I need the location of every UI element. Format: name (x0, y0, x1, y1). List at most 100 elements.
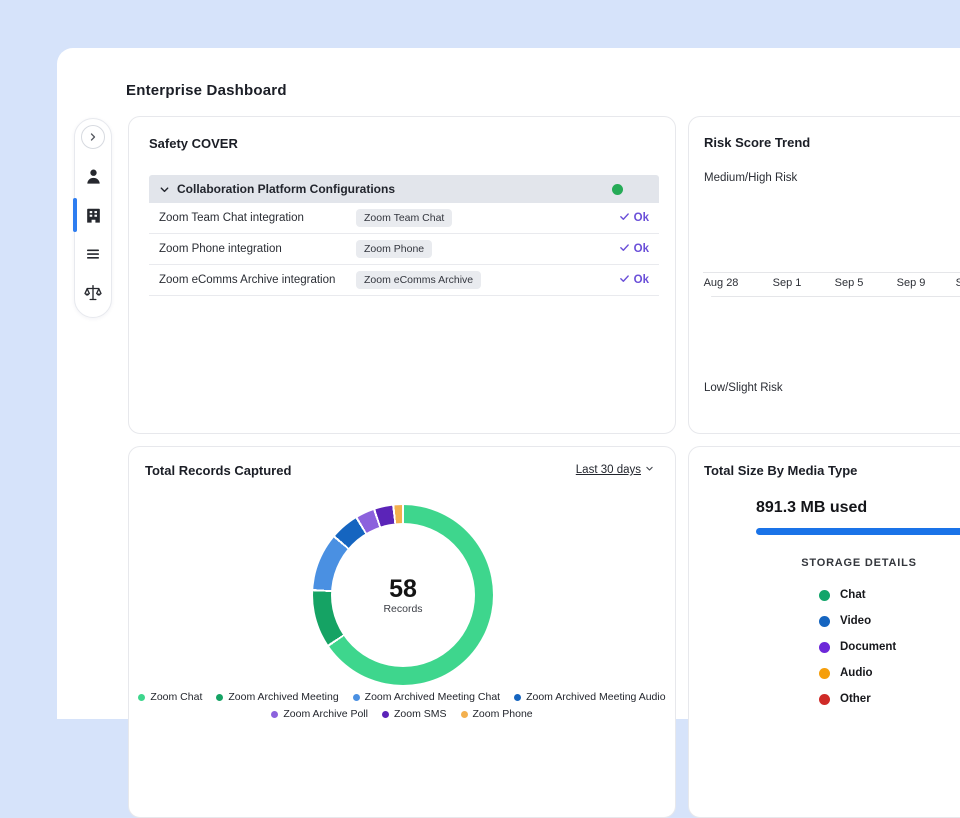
records-title: Total Records Captured (145, 463, 291, 478)
person-icon (84, 167, 103, 186)
safety-cover-card: Safety COVER Collaboration Platform Conf… (128, 116, 676, 434)
legend-dot (461, 711, 468, 718)
legend-dot (216, 694, 223, 701)
legend-item: Zoom Archived Meeting Chat (353, 691, 500, 703)
legend-item: Chat (819, 582, 896, 608)
total-records-card: Total Records Captured Last 30 days 58 R… (128, 446, 676, 818)
risk-x-axis-ticks: Aug 28 Sep 1 Sep 5 Sep 9 Sep 13 (689, 277, 960, 293)
check-icon (619, 273, 630, 287)
integration-tag: Zoom Phone (356, 240, 432, 258)
legend-dot (819, 590, 830, 601)
legend-label: Zoom Phone (473, 708, 533, 720)
sidebar-rail (74, 118, 112, 318)
table-row: Zoom Phone integration Zoom Phone Ok (149, 234, 659, 265)
chevron-down-icon (159, 184, 170, 195)
table-row: Zoom Team Chat integration Zoom Team Cha… (149, 203, 659, 234)
donut-center: 58 Records (331, 523, 475, 667)
records-donut-chart[interactable]: 58 Records (313, 505, 493, 685)
storage-title: Total Size By Media Type (704, 463, 857, 478)
config-group-title: Collaboration Platform Configurations (177, 182, 395, 196)
legend-dot (819, 642, 830, 653)
legend-item: Video (819, 608, 896, 634)
safety-cover-title: Safety COVER (149, 136, 238, 151)
x-tick: Sep 5 (835, 277, 864, 289)
status-badge: Ok (619, 242, 659, 256)
page-title: Enterprise Dashboard (126, 82, 287, 99)
legend-label: Zoom Chat (150, 691, 202, 703)
legend-dot (353, 694, 360, 701)
integration-name: Zoom Team Chat integration (149, 212, 356, 224)
legend-item: Zoom SMS (382, 708, 447, 720)
legend-label: Video (840, 615, 871, 627)
risk-axis-top-label: Medium/High Risk (704, 172, 797, 184)
legend-dot (819, 616, 830, 627)
sidebar-item-menu[interactable] (81, 242, 105, 266)
x-tick: Aug 28 (704, 277, 739, 289)
integration-tag: Zoom eComms Archive (356, 271, 481, 289)
date-range-label: Last 30 days (576, 464, 641, 476)
sidebar-item-organization[interactable] (81, 203, 105, 227)
sidebar-item-compliance[interactable] (81, 281, 105, 305)
legend-item: Zoom Chat (138, 691, 202, 703)
date-range-selector[interactable]: Last 30 days (576, 464, 654, 476)
legend-label: Other (840, 693, 871, 705)
risk-trend-title: Risk Score Trend (704, 135, 810, 150)
enterprise-dashboard-screen: { "page": { "title": "Enterprise Dashboa… (0, 0, 960, 719)
chevron-down-icon (645, 464, 654, 476)
risk-axis-line (703, 272, 960, 273)
check-icon (619, 211, 630, 225)
config-group-header[interactable]: Collaboration Platform Configurations (149, 175, 659, 203)
donut-legend-row-1: Zoom Chat Zoom Archived Meeting Zoom Archi… (129, 691, 675, 703)
menu-lines-icon (84, 245, 102, 263)
config-table: Collaboration Platform Configurations Zo… (149, 175, 659, 296)
integration-tag: Zoom Team Chat (356, 209, 452, 227)
risk-score-trend-card: Risk Score Trend Medium/High Risk Aug 28… (688, 116, 960, 434)
legend-item: Zoom Archived Meeting (216, 691, 338, 703)
legend-item: Zoom Archive Poll (271, 708, 368, 720)
sidebar-expand-button[interactable] (81, 125, 105, 149)
risk-axis-bottom-label: Low/Slight Risk (704, 382, 783, 394)
x-tick: Sep 13 (956, 277, 960, 289)
table-row: Zoom eComms Archive integration Zoom eCo… (149, 265, 659, 296)
sidebar-item-users[interactable] (81, 164, 105, 188)
legend-label: Zoom Archived Meeting Audio (526, 691, 666, 703)
status-badge: Ok (619, 211, 659, 225)
storage-legend: Chat Video Document Audio Other (819, 582, 896, 712)
total-size-card: Total Size By Media Type 891.3 MB used S… (688, 446, 960, 818)
x-tick: Sep 9 (897, 277, 926, 289)
legend-dot (819, 694, 830, 705)
legend-dot (819, 668, 830, 679)
legend-item: Other (819, 686, 896, 712)
storage-usage-bar (756, 528, 960, 535)
records-total-unit: Records (383, 603, 422, 615)
chevron-right-icon (87, 131, 99, 143)
status-badge: Ok (619, 273, 659, 287)
legend-item: Zoom Archived Meeting Audio (514, 691, 666, 703)
legend-item: Audio (819, 660, 896, 686)
legend-dot (138, 694, 145, 701)
legend-label: Audio (840, 667, 873, 679)
storage-details-heading: STORAGE DETAILS (689, 557, 960, 569)
status-dot-green (612, 184, 623, 195)
legend-label: Zoom SMS (394, 708, 447, 720)
storage-used-label: 891.3 MB used (756, 499, 867, 517)
legend-dot (271, 711, 278, 718)
building-icon (84, 206, 103, 225)
legend-label: Zoom Archived Meeting (228, 691, 338, 703)
legend-label: Chat (840, 589, 866, 601)
sidebar-active-indicator (73, 198, 77, 232)
legend-item: Zoom Phone (461, 708, 533, 720)
risk-slider-track[interactable] (711, 296, 960, 297)
legend-item: Document (819, 634, 896, 660)
legend-label: Zoom Archived Meeting Chat (365, 691, 500, 703)
donut-legend-row-2: Zoom Archive Poll Zoom SMS Zoom Phone (129, 708, 675, 720)
integration-name: Zoom eComms Archive integration (149, 274, 356, 286)
integration-name: Zoom Phone integration (149, 243, 356, 255)
legend-label: Zoom Archive Poll (283, 708, 368, 720)
legend-label: Document (840, 641, 896, 653)
scales-icon (83, 283, 103, 303)
x-tick: Sep 1 (773, 277, 802, 289)
records-total-value: 58 (389, 576, 417, 602)
legend-dot (382, 711, 389, 718)
check-icon (619, 242, 630, 256)
